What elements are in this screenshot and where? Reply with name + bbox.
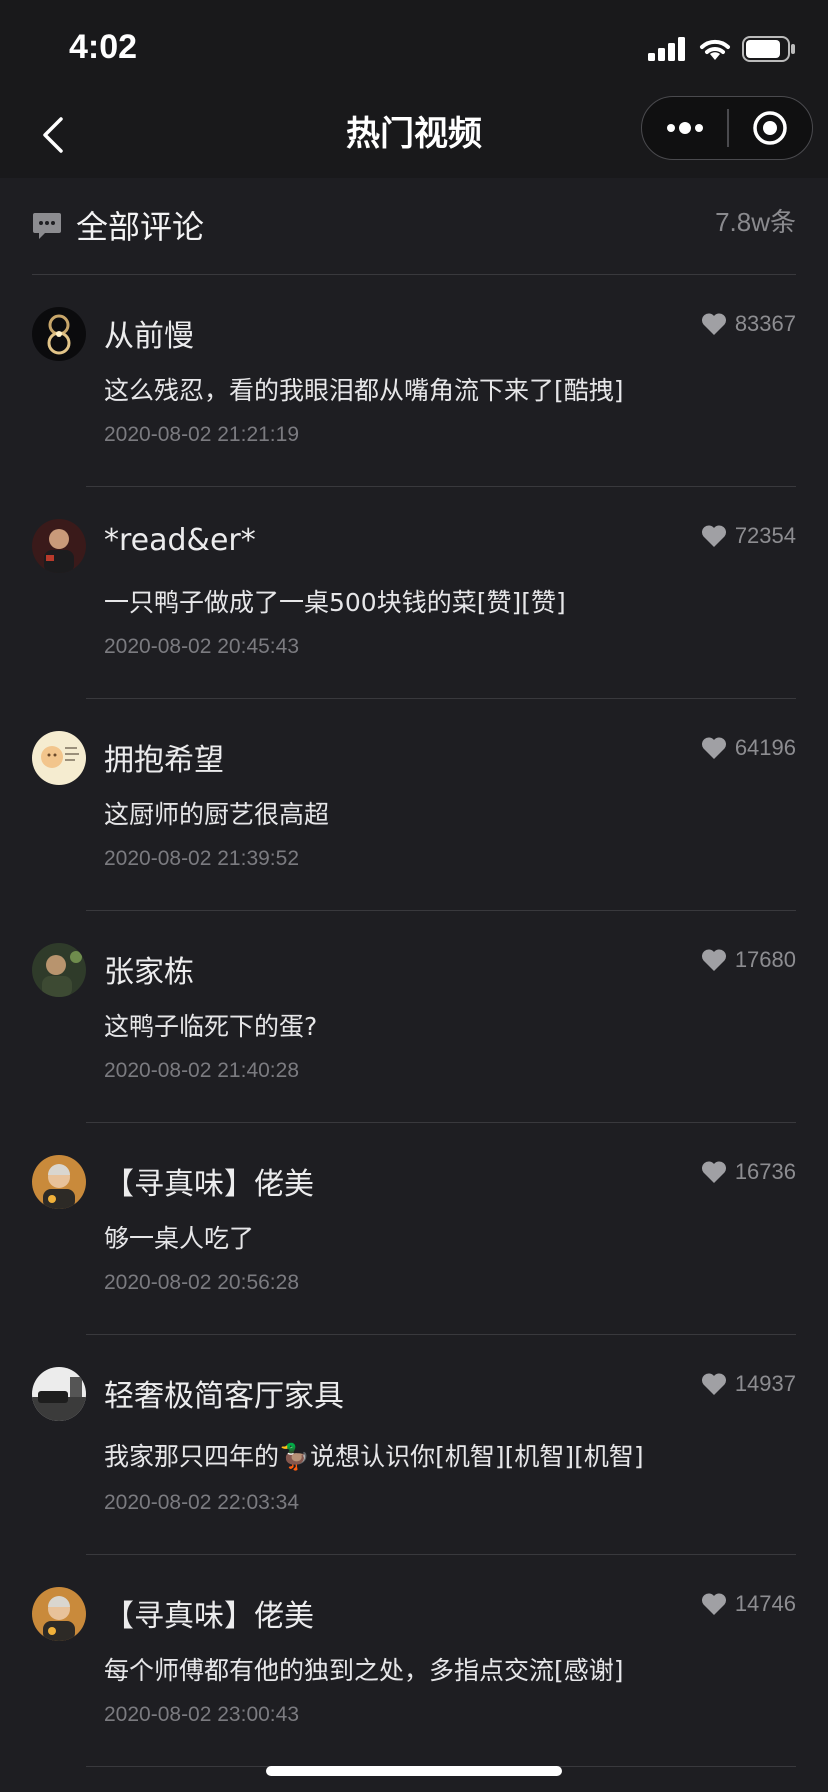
- like-button[interactable]: 64196: [701, 735, 796, 761]
- like-count: 64196: [734, 735, 796, 760]
- comment-time: 2020-08-02 20:45:43: [104, 635, 299, 658]
- avatar-image: [32, 943, 86, 997]
- like-button[interactable]: 14937: [701, 1371, 796, 1397]
- avatar[interactable]: [32, 943, 86, 997]
- nav-bar: 热门视频: [0, 96, 828, 178]
- like-count: 16736: [734, 1159, 796, 1184]
- status-time: 4:02: [69, 28, 138, 66]
- comment-text: 够一桌人吃了: [104, 1224, 255, 1253]
- comment-author[interactable]: 从前慢: [104, 311, 194, 355]
- status-bar: 4:02: [0, 0, 828, 96]
- heart-icon: [701, 949, 726, 971]
- like-count: 83367: [734, 311, 796, 336]
- battery-icon: [742, 36, 795, 62]
- status-icons: [648, 34, 796, 64]
- heart-icon: [701, 313, 726, 335]
- like-button[interactable]: 16736: [701, 1159, 796, 1185]
- avatar-image: [32, 1155, 86, 1209]
- comment-author[interactable]: 【寻真味】佬美: [104, 1591, 314, 1635]
- like-button[interactable]: 14746: [701, 1591, 796, 1617]
- mini-program-capsule: [641, 96, 813, 160]
- heart-icon: [701, 737, 726, 759]
- like-button[interactable]: 72354: [701, 523, 796, 549]
- comment-item[interactable]: 从前慢 83367 这么残忍，看的我眼泪都从嘴角流下来了[酷拽] 2020-08…: [0, 275, 828, 487]
- comments-header: 全部评论 7.8w条: [32, 192, 796, 272]
- avatar-image: [32, 519, 86, 573]
- comment-item[interactable]: 轻奢极简客厅家具 14937 我家那只四年的🦆说想认识你[机智][机智][机智]…: [0, 1335, 828, 1555]
- like-count: 14746: [734, 1591, 796, 1616]
- comment-time: 2020-08-02 21:40:28: [104, 1059, 299, 1082]
- comment-time: 2020-08-02 20:56:28: [104, 1271, 299, 1294]
- comment-text: 这鸭子临死下的蛋?: [104, 1012, 318, 1041]
- comment-time: 2020-08-02 21:21:19: [104, 423, 299, 446]
- comments-page: 全部评论 7.8w条 从前慢 83367 这么残忍，看的我眼泪都从嘴角流下来了[…: [0, 178, 828, 1792]
- comment-text: 这么残忍，看的我眼泪都从嘴角流下来了[酷拽]: [104, 376, 624, 405]
- heart-icon: [701, 1593, 726, 1615]
- comment-item[interactable]: *read&er* 72354 一只鸭子做成了一桌500块钱的菜[赞][赞] 2…: [0, 487, 828, 699]
- comment-item[interactable]: 张家栋 17680 这鸭子临死下的蛋? 2020-08-02 21:40:28: [0, 911, 828, 1123]
- comment-item[interactable]: 【寻真味】佬美 14746 每个师傅都有他的独到之处，多指点交流[感谢] 202…: [0, 1555, 828, 1767]
- like-count: 72354: [734, 523, 796, 548]
- avatar[interactable]: [32, 1367, 86, 1421]
- heart-icon: [701, 1373, 726, 1395]
- comment-author[interactable]: *read&er*: [104, 523, 256, 558]
- comment-text: 我家那只四年的🦆说想认识你[机智][机智][机智]: [104, 1442, 644, 1471]
- avatar-image: [32, 731, 86, 785]
- comment-bubble-icon: [33, 213, 61, 239]
- like-button[interactable]: 17680: [701, 947, 796, 973]
- section-title: 全部评论: [76, 208, 205, 246]
- like-count: 14937: [734, 1371, 796, 1396]
- comment-time: 2020-08-02 22:03:34: [104, 1491, 299, 1514]
- heart-icon: [701, 1161, 726, 1183]
- avatar-image: [32, 1587, 86, 1641]
- signal-icon: [648, 37, 685, 61]
- avatar[interactable]: [32, 1587, 86, 1641]
- comment-time: 2020-08-02 23:00:43: [104, 1703, 299, 1726]
- avatar-image: [32, 1367, 86, 1421]
- wifi-icon: [700, 39, 730, 60]
- more-dots-icon: [666, 122, 703, 134]
- comment-author[interactable]: 【寻真味】佬美: [104, 1159, 314, 1203]
- comment-author[interactable]: 轻奢极简客厅家具: [104, 1371, 344, 1415]
- like-button[interactable]: 83367: [701, 311, 796, 337]
- comment-time: 2020-08-02 21:39:52: [104, 847, 299, 870]
- comment-text: 这厨师的厨艺很高超: [104, 800, 330, 829]
- heart-icon: [701, 525, 726, 547]
- comment-text: 一只鸭子做成了一桌500块钱的菜[赞][赞]: [104, 588, 566, 617]
- comment-count: 7.8w条: [715, 207, 796, 237]
- comment-author[interactable]: 张家栋: [104, 947, 194, 991]
- comment-item[interactable]: 【寻真味】佬美 16736 够一桌人吃了 2020-08-02 20:56:28: [0, 1123, 828, 1335]
- comment-author[interactable]: 拥抱希望: [104, 735, 224, 779]
- comment-text: 每个师傅都有他的独到之处，多指点交流[感谢]: [104, 1656, 624, 1685]
- home-indicator[interactable]: [266, 1766, 562, 1776]
- close-mini-program-button[interactable]: [729, 97, 812, 159]
- avatar[interactable]: [32, 731, 86, 785]
- avatar[interactable]: [32, 519, 86, 573]
- like-count: 17680: [734, 947, 796, 972]
- target-close-icon: [753, 111, 788, 145]
- more-button[interactable]: [642, 97, 727, 159]
- avatar[interactable]: [32, 307, 86, 361]
- comment-item[interactable]: 拥抱希望 64196 这厨师的厨艺很高超 2020-08-02 21:39:52: [0, 699, 828, 911]
- avatar-image: [32, 307, 86, 361]
- avatar[interactable]: [32, 1155, 86, 1209]
